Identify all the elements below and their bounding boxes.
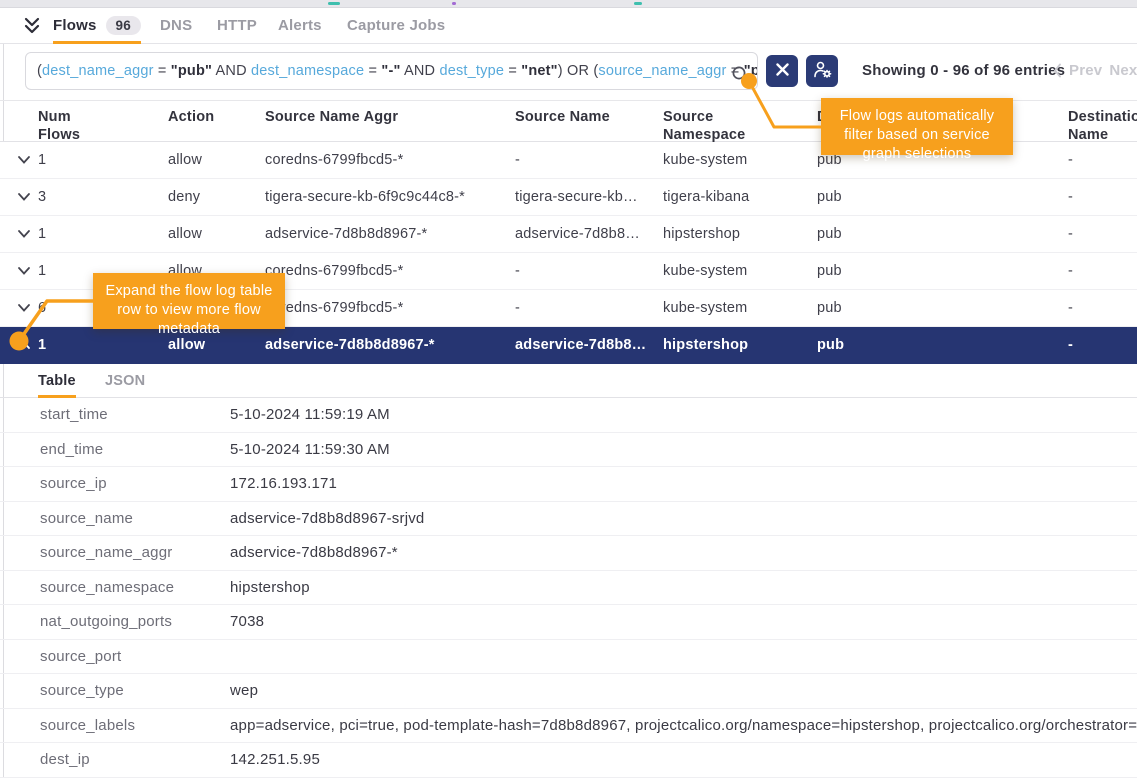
tab-active-underline xyxy=(53,41,141,44)
detail-row: dest_ip142.251.5.95 xyxy=(0,743,1137,778)
detail-row: source_port xyxy=(0,640,1137,675)
query-field-name: source_name_aggr xyxy=(598,63,726,79)
col-source-name[interactable]: Source Name xyxy=(515,108,663,126)
chevron-left-icon[interactable] xyxy=(1053,63,1062,78)
col-source-namespace[interactable]: Source Namespace xyxy=(663,108,817,144)
strip-mark-teal xyxy=(328,2,340,5)
col-action[interactable]: Action xyxy=(168,108,265,126)
detail-row: start_time5-10-2024 11:59:19 AM xyxy=(0,398,1137,433)
tab-alerts[interactable]: Alerts xyxy=(278,8,322,43)
tab-dns[interactable]: DNS xyxy=(160,8,192,43)
query-value: "pub" xyxy=(171,63,212,79)
tab-flows-label: Flows xyxy=(53,17,97,34)
expand-row-icon[interactable] xyxy=(0,156,38,164)
top-edge-strip xyxy=(0,0,1137,8)
flow-row[interactable]: 1 allow adservice-7d8b8d8967-* adservice… xyxy=(0,216,1137,253)
search-icon[interactable] xyxy=(731,62,750,81)
pagination-controls: Prev Next xyxy=(1053,62,1137,79)
user-settings-button[interactable] xyxy=(806,55,838,87)
flow-logs-tab-bar: Flows 96 DNS HTTP Alerts Capture Jobs xyxy=(0,8,1137,44)
query-field-name: dest_namespace xyxy=(251,63,364,79)
detail-row: end_time5-10-2024 11:59:30 AM xyxy=(0,433,1137,468)
tab-capture-jobs[interactable]: Capture Jobs xyxy=(347,8,445,43)
query-value: "-" xyxy=(381,63,400,79)
pagination-summary: Showing 0 - 96 of 96 entries xyxy=(862,62,1065,79)
collapse-row-icon[interactable] xyxy=(0,341,38,349)
tab-http[interactable]: HTTP xyxy=(217,8,257,43)
expand-row-icon[interactable] xyxy=(0,193,38,201)
detail-row: source_labelsapp=adservice, pci=true, po… xyxy=(0,709,1137,744)
detail-row: nat_outgoing_ports7038 xyxy=(0,605,1137,640)
next-button[interactable]: Next xyxy=(1109,62,1137,79)
detail-row: source_typewep xyxy=(0,674,1137,709)
flow-row[interactable]: 3 deny tigera-secure-kb-6f9c9c44c8-* tig… xyxy=(0,179,1137,216)
flow-logs-panel: { "top_tabs": { "items": [ {"label": "Fl… xyxy=(0,0,1137,777)
filter-query-input[interactable]: (dest_name_aggr = "pub" AND dest_namespa… xyxy=(25,52,758,90)
query-field-name: dest_type xyxy=(439,63,504,79)
expand-row-icon[interactable] xyxy=(0,230,38,238)
callout-filter-info: Flow logs automatically filter based on … xyxy=(821,98,1013,155)
expand-row-icon[interactable] xyxy=(0,267,38,275)
flow-detail-table: start_time5-10-2024 11:59:19 AM end_time… xyxy=(0,398,1137,778)
flows-count-badge: 96 xyxy=(106,16,141,36)
detail-row: source_namespacehipstershop xyxy=(0,571,1137,606)
col-source-name-aggr[interactable]: Source Name Aggr xyxy=(265,108,515,126)
tab-flows[interactable]: Flows 96 xyxy=(53,8,141,43)
detail-tab-json[interactable]: JSON xyxy=(105,364,145,397)
detail-row: source_name_aggradservice-7d8b8d8967-* xyxy=(0,536,1137,571)
prev-button[interactable]: Prev xyxy=(1069,62,1102,79)
flow-detail-tab-bar: Table JSON xyxy=(0,364,1137,398)
callout-expand-row-info: Expand the flow log table row to view mo… xyxy=(93,273,285,329)
x-mark-icon xyxy=(776,63,789,79)
strip-mark-teal-2 xyxy=(634,2,642,5)
col-destination-name[interactable]: Destination Name xyxy=(1068,108,1137,144)
clear-filter-button[interactable] xyxy=(766,55,798,87)
detail-row: source_nameadservice-7d8b8d8967-srjvd xyxy=(0,502,1137,537)
query-value: "net" xyxy=(521,63,558,79)
expand-row-icon[interactable] xyxy=(0,304,38,312)
person-gear-icon xyxy=(813,60,832,82)
col-num-flows[interactable]: Num Flows xyxy=(38,108,168,144)
query-field-name: dest_name_aggr xyxy=(42,63,154,79)
collapse-panel-icon[interactable] xyxy=(22,16,42,36)
strip-mark-purple xyxy=(452,2,456,5)
detail-row: source_ip172.16.193.171 xyxy=(0,467,1137,502)
detail-tab-table[interactable]: Table xyxy=(38,364,76,397)
